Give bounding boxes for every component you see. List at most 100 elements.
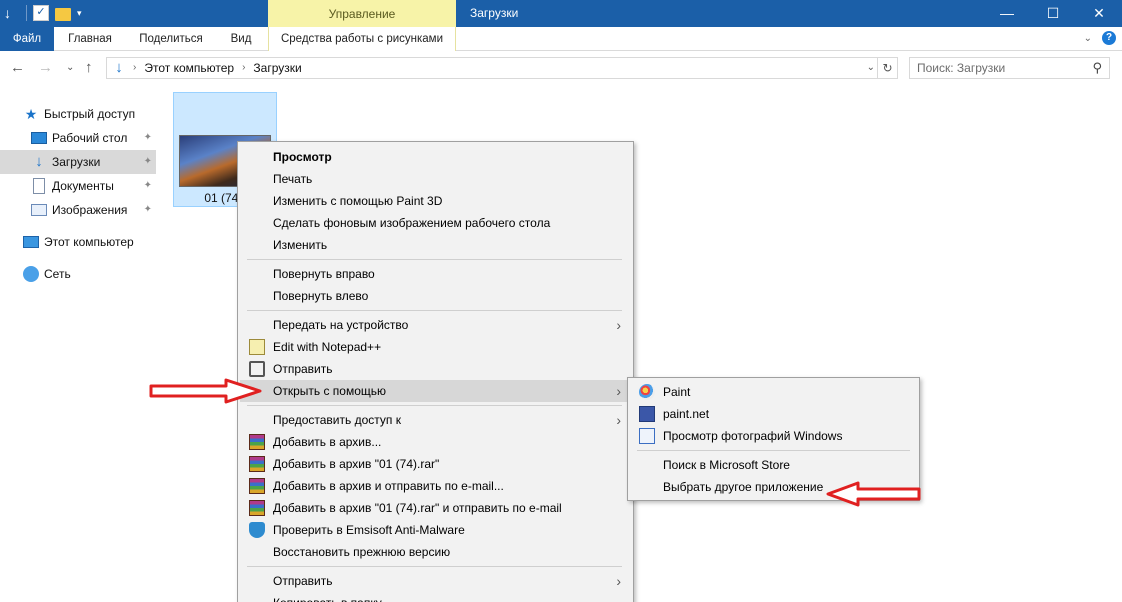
submenu-item-paint[interactable]: Paint <box>630 381 917 403</box>
menu-item-open-with[interactable]: Открыть с помощью › <box>240 380 631 402</box>
refresh-icon[interactable]: ↻ <box>878 57 898 79</box>
nav-label: Рабочий стол <box>52 131 128 145</box>
menu-item-label: Открыть с помощью <box>273 384 387 398</box>
nav-quick-access[interactable]: ★ Быстрый доступ <box>0 102 156 126</box>
menu-item-preview[interactable]: Просмотр <box>240 146 631 168</box>
menu-item-label: Печать <box>273 172 313 186</box>
menu-item-add-to-rar[interactable]: Добавить в архив "01 (74).rar" <box>240 453 631 475</box>
menu-item-label: Изменить <box>273 238 328 252</box>
menu-item-label: Повернуть вправо <box>273 267 375 281</box>
menu-item-label: Предоставить доступ к <box>273 413 401 427</box>
nav-this-pc[interactable]: Этот компьютер <box>0 230 156 254</box>
submenu-arrow-icon: › <box>616 317 621 333</box>
minimize-button[interactable]: — <box>984 0 1030 27</box>
title-bar: ↓ ✓ ▾ Управление Загрузки — ☐ ✕ <box>0 0 1122 27</box>
breadcrumb-chevron-icon[interactable]: › <box>242 58 245 78</box>
submenu-item-store-search[interactable]: Поиск в Microsoft Store <box>630 454 917 476</box>
menu-item-rotate-right[interactable]: Повернуть вправо <box>240 263 631 285</box>
nav-network[interactable]: Сеть <box>0 262 156 286</box>
pin-icon[interactable]: ✦ <box>144 126 152 150</box>
down-arrow-icon[interactable]: ↓ <box>4 5 20 21</box>
help-icon[interactable]: ? <box>1102 31 1116 45</box>
new-folder-icon[interactable] <box>55 7 71 21</box>
paintnet-icon <box>639 406 655 422</box>
winrar-icon <box>249 434 265 450</box>
nav-pictures[interactable]: Изображения ✦ <box>0 198 156 222</box>
menu-item-emsisoft-scan[interactable]: Проверить в Emsisoft Anti-Malware <box>240 519 631 541</box>
pin-icon[interactable]: ✦ <box>144 198 152 222</box>
properties-check-icon[interactable]: ✓ <box>33 5 49 21</box>
menu-item-rotate-left[interactable]: Повернуть влево <box>240 285 631 307</box>
downloads-icon: ↓ <box>115 59 123 76</box>
nav-desktop[interactable]: Рабочий стол ✦ <box>0 126 156 150</box>
search-input[interactable] <box>910 58 1080 78</box>
menu-item-restore-version[interactable]: Восстановить прежнюю версию <box>240 541 631 563</box>
menu-item-send-to[interactable]: Отправить › <box>240 570 631 592</box>
menu-item-archive-and-email[interactable]: Добавить в архив и отправить по e-mail..… <box>240 475 631 497</box>
customize-toolbar-icon[interactable]: ▾ <box>77 8 82 19</box>
emsisoft-shield-icon <box>249 522 265 538</box>
address-bar[interactable]: ↓ › Этот компьютер › Загрузки ⌄ <box>106 57 878 79</box>
menu-item-label: Копировать в папку <box>273 592 382 602</box>
manage-context-tab[interactable]: Управление <box>268 0 456 27</box>
address-dropdown-icon[interactable]: ⌄ <box>867 59 875 77</box>
up-arrow-icon[interactable]: ↑ <box>85 59 93 76</box>
breadcrumb-this-pc[interactable]: Этот компьютер <box>144 58 234 78</box>
ribbon-expand-icon[interactable]: ⌄ <box>1084 33 1092 44</box>
nav-label: Быстрый доступ <box>44 107 136 121</box>
computer-icon <box>23 236 39 248</box>
menu-item-cast-to-device[interactable]: Передать на устройство › <box>240 314 631 336</box>
menu-item-edit-paint3d[interactable]: Изменить с помощью Paint 3D <box>240 190 631 212</box>
tab-file[interactable]: Файл <box>0 27 54 51</box>
tab-share[interactable]: Поделиться <box>128 27 214 51</box>
navigation-pane: ★ Быстрый доступ Рабочий стол ✦ ↓ Загруз… <box>0 96 156 602</box>
menu-item-label: Отправить <box>273 362 333 376</box>
close-button[interactable]: ✕ <box>1076 0 1122 27</box>
menu-item-label: Восстановить прежнюю версию <box>273 545 451 559</box>
maximize-button[interactable]: ☐ <box>1030 0 1076 27</box>
menu-item-copy-to-folder[interactable]: Копировать в папку <box>240 592 631 602</box>
submenu-item-paintnet[interactable]: paint.net <box>630 403 917 425</box>
menu-item-label: paint.net <box>663 407 710 421</box>
menu-item-add-to-archive[interactable]: Добавить в архив... <box>240 431 631 453</box>
pin-icon[interactable]: ✦ <box>144 150 152 174</box>
ribbon-tabs: Файл Главная Поделиться Вид Средства раб… <box>0 27 1122 51</box>
breadcrumb: › Этот компьютер › Загрузки <box>133 58 302 78</box>
nav-label: Изображения <box>52 203 128 217</box>
context-menu: Просмотр Печать Изменить с помощью Paint… <box>237 141 634 602</box>
breadcrumb-downloads[interactable]: Загрузки <box>253 58 301 78</box>
submenu-item-photo-viewer[interactable]: Просмотр фотографий Windows <box>630 425 917 447</box>
menu-item-label: Изменить с помощью Paint 3D <box>273 194 443 208</box>
menu-item-label: Повернуть влево <box>273 289 369 303</box>
menu-item-label: Paint <box>663 385 691 399</box>
search-box[interactable]: ⚲ <box>909 57 1110 79</box>
window-controls: — ☐ ✕ <box>984 0 1122 27</box>
paint-icon <box>639 384 655 400</box>
menu-item-edit-notepadpp[interactable]: Edit with Notepad++ <box>240 336 631 358</box>
tab-picture-tools[interactable]: Средства работы с рисунками <box>268 27 456 51</box>
back-arrow-icon[interactable]: ← <box>10 59 25 76</box>
search-icon: ⚲ <box>1092 60 1102 75</box>
menu-item-label: Выбрать другое приложение <box>663 480 824 494</box>
tab-home[interactable]: Главная <box>58 27 122 51</box>
breadcrumb-chevron-icon[interactable]: › <box>133 58 136 78</box>
menu-item-share[interactable]: Отправить <box>240 358 631 380</box>
menu-item-label: Отправить <box>273 574 333 588</box>
recent-locations-icon[interactable]: ⌄ <box>66 62 74 73</box>
pin-icon[interactable]: ✦ <box>144 174 152 198</box>
nav-documents[interactable]: Документы ✦ <box>0 174 156 198</box>
quick-access-toolbar: ↓ ✓ ▾ <box>4 3 82 23</box>
menu-item-give-access[interactable]: Предоставить доступ к › <box>240 409 631 431</box>
submenu-arrow-icon: › <box>616 383 621 399</box>
menu-item-rar-and-email[interactable]: Добавить в архив "01 (74).rar" и отправи… <box>240 497 631 519</box>
tab-view[interactable]: Вид <box>222 27 260 51</box>
winrar-icon <box>249 478 265 494</box>
menu-item-label: Добавить в архив и отправить по e-mail..… <box>273 479 504 493</box>
menu-item-print[interactable]: Печать <box>240 168 631 190</box>
menu-item-set-wallpaper[interactable]: Сделать фоновым изображением рабочего ст… <box>240 212 631 234</box>
menu-item-label: Поиск в Microsoft Store <box>663 458 790 472</box>
forward-arrow-icon[interactable]: → <box>38 59 53 76</box>
menu-item-edit[interactable]: Изменить <box>240 234 631 256</box>
nav-downloads[interactable]: ↓ Загрузки ✦ <box>0 150 156 174</box>
documents-icon <box>33 178 45 194</box>
